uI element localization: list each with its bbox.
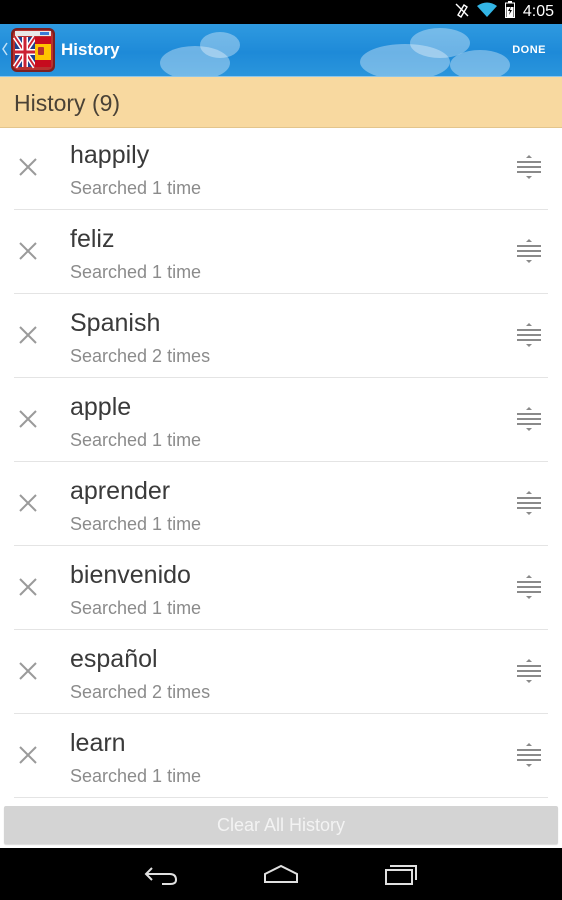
history-item[interactable]: apple Searched 1 time [0, 379, 562, 463]
notification-muted-icon [455, 2, 469, 23]
delete-icon[interactable] [14, 489, 42, 517]
search-count: Searched 1 time [70, 178, 202, 198]
drag-handle-icon[interactable] [516, 743, 542, 767]
search-count: Searched 1 time [70, 514, 202, 534]
row-divider [14, 713, 548, 714]
row-divider [14, 545, 548, 546]
drag-handle-icon[interactable] [516, 323, 542, 347]
row-divider [14, 629, 548, 630]
drag-handle-icon[interactable] [516, 407, 542, 431]
history-item[interactable]: feliz Searched 1 time [0, 211, 562, 295]
home-icon[interactable] [256, 858, 306, 890]
delete-icon[interactable] [14, 153, 42, 181]
drag-handle-icon[interactable] [516, 491, 542, 515]
history-word: learn [70, 729, 126, 757]
status-icons: 4:05 [455, 1, 554, 23]
status-time: 4:05 [522, 3, 554, 20]
history-word: bienvenido [70, 561, 191, 589]
battery-icon [504, 1, 515, 23]
search-count: Searched 1 time [70, 430, 202, 450]
drag-handle-icon[interactable] [516, 659, 542, 683]
search-count: Searched 1 time [70, 766, 202, 786]
search-count: Searched 1 time [70, 262, 202, 282]
history-item[interactable]: aprender Searched 1 time [0, 463, 562, 547]
row-divider [14, 461, 548, 462]
search-count: Searched 1 time [70, 598, 202, 618]
history-list: happily Searched 1 time feliz Searched 1… [0, 127, 562, 803]
history-word: happily [70, 141, 150, 169]
back-icon[interactable] [136, 858, 186, 890]
history-item[interactable]: bienvenido Searched 1 time [0, 547, 562, 631]
history-header-title: History (9) [14, 90, 121, 116]
search-count: Searched 2 times [70, 682, 211, 702]
row-divider [14, 209, 548, 210]
cloud-decoration [200, 32, 240, 58]
row-divider [14, 293, 548, 294]
history-word: español [70, 645, 158, 673]
history-word: feliz [70, 225, 115, 253]
history-item[interactable]: Spanish Searched 2 times [0, 295, 562, 379]
recent-apps-icon[interactable] [376, 858, 426, 890]
delete-icon[interactable] [14, 237, 42, 265]
drag-handle-icon[interactable] [516, 575, 542, 599]
row-divider [14, 797, 548, 798]
row-divider [14, 377, 548, 378]
delete-icon[interactable] [14, 657, 42, 685]
history-word: aprender [70, 477, 171, 505]
cloud-decoration [450, 50, 510, 76]
delete-icon[interactable] [14, 405, 42, 433]
search-count: Searched 2 times [70, 346, 211, 366]
history-item[interactable]: learn Searched 1 time [0, 715, 562, 799]
status-bar: 4:05 [0, 0, 562, 24]
history-item[interactable]: happily Searched 1 time [0, 127, 562, 211]
wifi-icon [476, 2, 497, 23]
history-word: Spanish [70, 309, 161, 337]
done-button[interactable]: DONE [506, 24, 552, 76]
delete-icon[interactable] [14, 321, 42, 349]
action-bar-title: History [61, 40, 120, 59]
history-header: History (9) [0, 77, 562, 128]
screen: 4:05 History DONE History (9) happily Se… [0, 0, 562, 900]
app-logo-icon[interactable] [10, 27, 56, 73]
history-item[interactable]: español Searched 2 times [0, 631, 562, 715]
navigation-bar [0, 848, 562, 900]
delete-icon[interactable] [14, 573, 42, 601]
drag-handle-icon[interactable] [516, 239, 542, 263]
up-caret-icon[interactable] [2, 41, 8, 57]
delete-icon[interactable] [14, 741, 42, 769]
drag-handle-icon[interactable] [516, 155, 542, 179]
action-bar: History DONE [0, 24, 562, 77]
history-word: apple [70, 393, 132, 421]
clear-all-history-button[interactable]: Clear All History [4, 806, 558, 844]
